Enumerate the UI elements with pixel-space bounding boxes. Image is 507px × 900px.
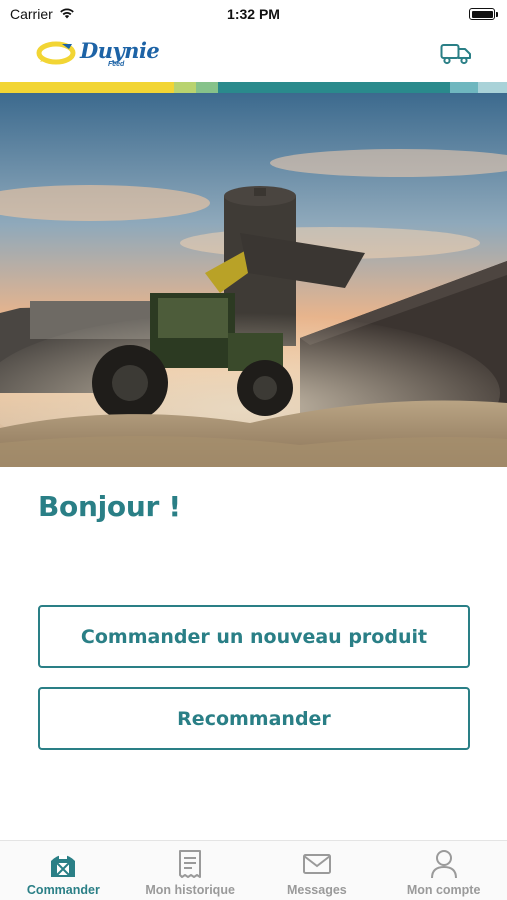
- stripe-segment: [450, 82, 478, 93]
- barn-icon: [48, 849, 78, 879]
- hero-image: [0, 93, 507, 467]
- stripe-segment: [218, 82, 450, 93]
- stripe-segment: [196, 82, 218, 93]
- tab-mon-historique[interactable]: Mon historique: [127, 841, 254, 900]
- duynie-logo[interactable]: Duynie Feed: [36, 34, 166, 74]
- logo-swoosh-icon: [36, 41, 76, 65]
- status-time: 1:32 PM: [227, 6, 280, 22]
- status-bar: Carrier 1:32 PM: [0, 0, 507, 28]
- person-icon: [430, 849, 458, 879]
- carrier-label: Carrier: [10, 6, 53, 22]
- greeting-heading: Bonjour !: [38, 490, 181, 523]
- brand-color-stripe: [0, 82, 507, 93]
- tab-messages[interactable]: Messages: [254, 841, 381, 900]
- stripe-segment: [0, 82, 174, 93]
- order-new-product-button[interactable]: Commander un nouveau produit: [38, 605, 470, 668]
- tab-label: Commander: [26, 883, 100, 897]
- tractor-loader-photo: [0, 93, 507, 467]
- logo-text: Duynie: [80, 38, 160, 63]
- logo-subtext: Feed: [108, 61, 125, 68]
- stripe-segment: [478, 82, 507, 93]
- tab-label: Mon compte: [406, 883, 481, 897]
- status-left: Carrier: [10, 6, 75, 22]
- tab-label: Messages: [286, 883, 347, 897]
- tab-label: Mon historique: [145, 883, 235, 897]
- tab-bar: Commander Mon historique Messages Mon co…: [0, 840, 507, 900]
- tab-commander[interactable]: Commander: [0, 841, 127, 900]
- tab-mon-compte[interactable]: Mon compte: [380, 841, 507, 900]
- app-header: Duynie Feed: [0, 28, 507, 80]
- delivery-button[interactable]: [439, 41, 473, 67]
- reorder-button[interactable]: Recommander: [38, 687, 470, 750]
- battery-icon: [469, 8, 498, 20]
- wifi-icon: [59, 6, 75, 22]
- truck-icon: [440, 44, 471, 65]
- receipt-icon: [178, 849, 202, 879]
- stripe-segment: [174, 82, 196, 93]
- envelope-icon: [302, 849, 332, 879]
